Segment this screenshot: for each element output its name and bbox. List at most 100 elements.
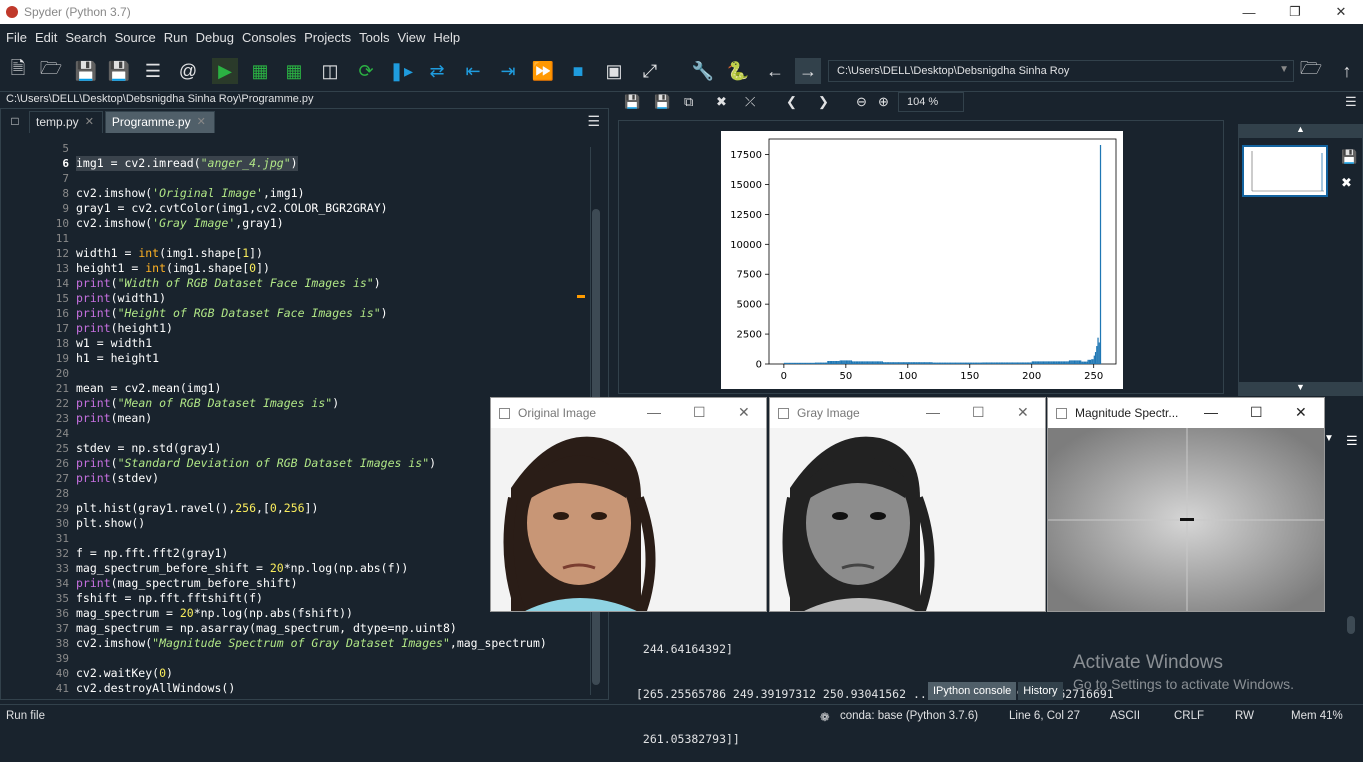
minimize-button[interactable]: — xyxy=(1226,0,1272,24)
close-button[interactable]: ✕ xyxy=(738,404,750,421)
next-plot-icon[interactable]: ❯ xyxy=(818,94,829,110)
code-line[interactable]: 8 cv2.imshow('Original Image',img1) xyxy=(33,186,573,201)
close-button[interactable]: ✕ xyxy=(1295,404,1307,421)
minimize-button[interactable]: — xyxy=(1204,404,1218,420)
code-line[interactable]: 14 print("Width of RGB Dataset Face Image… xyxy=(33,276,573,291)
window-titlebar[interactable]: Original Image — ☐ ✕ xyxy=(491,398,766,428)
debug-icon[interactable]: ❚▸ xyxy=(388,58,414,84)
console-options-menu-icon[interactable]: ☰ xyxy=(1346,433,1358,449)
menu-search[interactable]: Search xyxy=(61,30,110,45)
back-arrow-icon[interactable]: ← xyxy=(762,58,788,84)
copy-plot-icon[interactable]: ⧉ xyxy=(684,94,693,110)
code-line[interactable]: 21 mean = cv2.mean(img1) xyxy=(33,381,573,396)
plots-options-menu-icon[interactable]: ☰ xyxy=(1345,94,1357,110)
code-line[interactable]: 40 cv2.waitKey(0) xyxy=(33,666,573,681)
maximize-button[interactable]: ☐ xyxy=(693,404,706,421)
restore-button[interactable]: ❐ xyxy=(1272,0,1318,24)
window-titlebar[interactable]: Gray Image — ☐ ✕ xyxy=(770,398,1045,428)
code-line[interactable]: 15 print(width1) xyxy=(33,291,573,306)
menu-debug[interactable]: Debug xyxy=(192,30,238,45)
menu-source[interactable]: Source xyxy=(111,30,160,45)
run-cell-advance-icon[interactable]: ▦ xyxy=(281,58,307,84)
code-line[interactable]: 39 xyxy=(33,651,573,666)
list-icon[interactable]: ☰ xyxy=(140,58,166,84)
code-line[interactable]: 18 w1 = width1 xyxy=(33,336,573,351)
save-thumbnail-icon[interactable]: 💾 xyxy=(1341,149,1357,165)
rerun-icon[interactable]: ⟳ xyxy=(353,58,379,84)
code-line[interactable]: 20 xyxy=(33,366,573,381)
preferences-wrench-icon[interactable]: 🔧 xyxy=(690,58,716,84)
menu-edit[interactable]: Edit xyxy=(31,30,61,45)
browse-folder-icon[interactable]: 🗁 xyxy=(1298,58,1324,84)
continue-icon[interactable]: ⏩ xyxy=(530,58,556,84)
save-all-plots-icon[interactable]: 💾 xyxy=(654,94,670,110)
run-icon[interactable]: ▶ xyxy=(212,58,238,84)
close-tab-icon[interactable]: ✕ xyxy=(197,115,206,133)
minimize-button[interactable]: — xyxy=(647,404,661,420)
close-button[interactable]: ✕ xyxy=(1017,404,1029,421)
maximize-button[interactable]: ☐ xyxy=(1250,404,1263,421)
remove-all-plots-icon[interactable]: ⤫ xyxy=(745,94,755,110)
python-path-icon[interactable]: 🐍 xyxy=(725,58,751,84)
step-into-icon[interactable]: ⇤ xyxy=(460,58,486,84)
stop-debug-icon[interactable]: ■ xyxy=(565,58,591,84)
code-line[interactable]: 5 xyxy=(33,141,573,156)
code-line[interactable]: 10 cv2.imshow('Gray Image',gray1) xyxy=(33,216,573,231)
zoom-level[interactable]: 104 % xyxy=(898,92,964,112)
at-icon[interactable]: @ xyxy=(175,58,201,84)
tab-programme[interactable]: Programme.py ✕ xyxy=(104,111,215,133)
parent-directory-icon[interactable]: ↑ xyxy=(1334,58,1360,84)
window-titlebar[interactable]: Magnitude Spectr... — ☐ ✕ xyxy=(1048,398,1324,428)
previous-plot-icon[interactable]: ❮ xyxy=(786,94,797,110)
code-line[interactable]: 13 height1 = int(img1.shape[0]) xyxy=(33,261,573,276)
tab-history[interactable]: History xyxy=(1018,682,1063,700)
code-line[interactable]: 6 img1 = cv2.imread("anger_4.jpg") xyxy=(33,156,573,171)
browse-tabs-icon[interactable]: □ xyxy=(1,109,29,133)
plot-thumbnail[interactable] xyxy=(1242,145,1328,197)
fullscreen-icon[interactable]: ⤢ xyxy=(637,58,663,84)
step-icon[interactable]: ⇄ xyxy=(424,58,450,84)
save-plot-icon[interactable]: 💾 xyxy=(624,94,640,110)
code-line[interactable]: 41 cv2.destroyAllWindows() xyxy=(33,681,573,696)
forward-arrow-icon[interactable]: → xyxy=(795,58,821,84)
code-line[interactable]: 19 h1 = height1 xyxy=(33,351,573,366)
code-line[interactable]: 37 mag_spectrum = np.asarray(mag_spectrum… xyxy=(33,621,573,636)
zoom-in-icon[interactable]: ⊕ xyxy=(878,94,889,110)
close-tab-icon[interactable]: ✕ xyxy=(85,115,94,133)
tab-ipython-console[interactable]: IPython console xyxy=(928,682,1017,700)
new-file-icon[interactable]: 🗎 xyxy=(5,58,31,84)
run-selection-icon[interactable]: ◫ xyxy=(317,58,343,84)
code-line[interactable]: 38 cv2.imshow("Magnitude Spectrum of Gray… xyxy=(33,636,573,651)
chevron-down-icon[interactable]: ▼ xyxy=(1279,64,1289,75)
menu-file[interactable]: File xyxy=(2,30,31,45)
zoom-out-icon[interactable]: ⊖ xyxy=(856,94,867,110)
console-scroll-icon[interactable]: ▼ xyxy=(1324,433,1334,444)
code-line[interactable]: 12 width1 = int(img1.shape[1]) xyxy=(33,246,573,261)
gray-image-window[interactable]: Gray Image — ☐ ✕ xyxy=(769,397,1046,612)
maximize-pane-icon[interactable]: ▣ xyxy=(601,58,627,84)
menu-consoles[interactable]: Consoles xyxy=(238,30,300,45)
step-return-icon[interactable]: ⇥ xyxy=(495,58,521,84)
maximize-button[interactable]: ☐ xyxy=(972,404,985,421)
code-line[interactable]: 7 xyxy=(33,171,573,186)
editor-options-menu-icon[interactable]: ☰ xyxy=(587,113,600,130)
console-scrollbar[interactable] xyxy=(1346,612,1356,682)
menu-tools[interactable]: Tools xyxy=(355,30,393,45)
run-cell-icon[interactable]: ▦ xyxy=(247,58,273,84)
code-line[interactable]: 9 gray1 = cv2.cvtColor(img1,cv2.COLOR_BGR… xyxy=(33,201,573,216)
thumbnails-scroll-up-icon[interactable]: ▲ xyxy=(1238,124,1363,138)
code-line[interactable]: 17 print(height1) xyxy=(33,321,573,336)
menu-run[interactable]: Run xyxy=(160,30,192,45)
original-image-window[interactable]: Original Image — ☐ ✕ xyxy=(490,397,767,612)
menu-view[interactable]: View xyxy=(393,30,429,45)
working-directory-input[interactable]: C:\Users\DELL\Desktop\Debsnigdha Sinha R… xyxy=(828,60,1294,82)
thumbnails-scroll-down-icon[interactable]: ▼ xyxy=(1238,382,1363,396)
close-thumbnail-icon[interactable]: ✖ xyxy=(1341,175,1352,191)
remove-plot-icon[interactable]: ✖ xyxy=(716,94,727,110)
magnitude-spectrum-window[interactable]: Magnitude Spectr... — ☐ ✕ xyxy=(1047,397,1325,612)
menu-help[interactable]: Help xyxy=(429,30,464,45)
open-file-icon[interactable]: 🗁 xyxy=(38,58,64,84)
code-line[interactable]: 16 print("Height of RGB Dataset Face Imag… xyxy=(33,306,573,321)
code-line[interactable]: 11 xyxy=(33,231,573,246)
menu-projects[interactable]: Projects xyxy=(300,30,355,45)
